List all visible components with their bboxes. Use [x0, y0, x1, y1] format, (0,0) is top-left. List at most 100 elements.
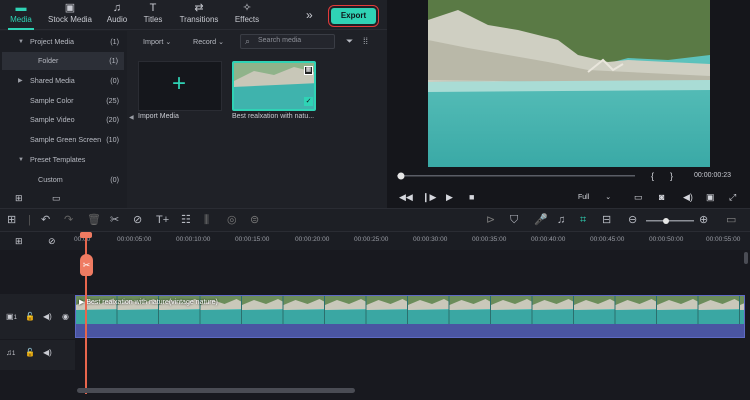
import-media-tile[interactable]: +	[138, 61, 222, 111]
speaker-icon[interactable]: ◀)	[43, 312, 52, 321]
volume-icon[interactable]: ◀)	[683, 192, 693, 203]
render-icon[interactable]: ⊳	[486, 214, 495, 226]
video-editor-window: ▬ Media ▣ Stock Media ♫ Audio T Titles ⇄…	[0, 0, 750, 400]
media-clip-thumbnail[interactable]: ▦ ✓	[232, 61, 316, 111]
audio-wave-icon[interactable]: ⫼	[204, 214, 209, 226]
prev-frame-icon[interactable]: ❙▶	[422, 192, 436, 203]
ruler-tick: 00:00:35:00	[472, 236, 507, 243]
clip-label: ▶ Best realxation with nature(vintage na…	[79, 299, 218, 306]
ruler-tick: 00:00:50:00	[649, 236, 684, 243]
grid-view-icon[interactable]: ⁞⁞	[363, 36, 368, 46]
transition-icon: ⇄	[194, 2, 204, 14]
image-icon: ▣	[64, 2, 76, 14]
speaker-icon[interactable]: ◀)	[43, 348, 52, 357]
quality-dropdown[interactable]: Full ⌄	[578, 193, 611, 201]
mark-out-button[interactable]: }	[670, 171, 673, 181]
tree-footer: ⊞ ▭	[0, 190, 127, 208]
ruler-tick: 00:00:30:00	[413, 236, 448, 243]
zoom-out-icon[interactable]: ⊖	[628, 214, 637, 226]
display-icon[interactable]: ▭	[634, 192, 643, 203]
preview-seek-bar[interactable]	[393, 171, 743, 181]
ruler-tick: 00:00:10:00	[176, 236, 211, 243]
play-icon[interactable]: ▶	[446, 192, 453, 203]
folder-icon: ▬	[15, 2, 27, 14]
horizontal-scrollbar[interactable]	[77, 388, 355, 393]
tree-item-shared-media[interactable]: ▶ Shared Media (0)	[0, 72, 127, 90]
tree-item-sample-color[interactable]: Sample Color (25)	[0, 92, 127, 110]
zoom-in-icon[interactable]: ⊕	[699, 214, 708, 226]
tab-audio[interactable]: ♫ Audio	[104, 2, 130, 28]
music-icon: ♫	[112, 2, 122, 14]
ruler-tick: 00:00:40:00	[531, 236, 566, 243]
text-icon: T	[149, 2, 157, 14]
music-track-icon: ♫1	[6, 348, 16, 357]
chevron-down-icon: ▼	[18, 39, 24, 45]
playhead-scissors-handle[interactable]: ✂	[80, 254, 93, 276]
ruler-tick: 00:00:15:00	[235, 236, 270, 243]
snap-icon[interactable]: ⌗	[580, 214, 586, 226]
split-screen-icon[interactable]: ⊟	[602, 214, 611, 226]
new-folder-icon[interactable]: ⊞	[15, 193, 23, 204]
timeline-toolbar: ⊞ | ↶ ↷ 🗑 ✂ ⊘ T+ ☷ ⫼ ◎ ⊜ ⊳ ⛉ 🎤 ♫ ⌗ ⊟ ⊖ ⊕…	[0, 208, 750, 232]
ruler-tick: 00:00:20:00	[295, 236, 330, 243]
redo-icon[interactable]: ↷	[64, 214, 73, 226]
link-icon[interactable]: ⊘	[48, 236, 56, 247]
tab-effects[interactable]: ✧ Effects	[232, 2, 262, 28]
delete-icon[interactable]: 🗑	[87, 214, 101, 226]
collapse-panel-icon[interactable]: ◀	[129, 114, 134, 121]
video-clip[interactable]: ▶ Best realxation with nature(vintage na…	[75, 295, 745, 338]
more-tabs-button[interactable]: »	[306, 8, 313, 22]
mark-in-button[interactable]: {	[651, 171, 654, 181]
ruler-tick: 00:00:45:00	[590, 236, 625, 243]
stop-icon[interactable]: ■	[469, 192, 474, 202]
text-add-icon[interactable]: T+	[156, 214, 169, 226]
microphone-icon[interactable]: 🎤	[534, 214, 548, 226]
undo-icon[interactable]: ↶	[41, 214, 50, 226]
pip-icon[interactable]: ▣	[706, 192, 715, 203]
eye-icon[interactable]: ◉	[62, 312, 69, 321]
zoom-slider[interactable]	[644, 217, 696, 225]
tree-item-sample-green-screen[interactable]: Sample Green Screen (10)	[0, 131, 127, 149]
color-icon[interactable]: ◎	[227, 214, 237, 226]
tab-titles[interactable]: T Titles	[140, 2, 166, 28]
filter-icon[interactable]: ⏷	[346, 36, 353, 47]
tab-media[interactable]: ▬ Media	[6, 2, 36, 30]
step-back-icon[interactable]: ◀◀	[399, 192, 413, 203]
chevron-down-icon: ▼	[18, 157, 24, 163]
playhead-top-marker[interactable]	[80, 232, 92, 238]
tree-item-folder[interactable]: Folder (1)	[2, 52, 124, 70]
preview-video-frame	[428, 0, 710, 167]
tag-icon[interactable]: ⊘	[133, 214, 142, 226]
tree-item-custom[interactable]: Custom (0)	[0, 171, 127, 189]
panel-toggle-icon[interactable]: ▭	[726, 214, 736, 226]
chevron-down-icon: ⌄	[605, 194, 612, 201]
speed-icon[interactable]: ⊜	[250, 214, 259, 226]
export-button[interactable]: Export	[328, 5, 379, 27]
effects-icon: ✧	[242, 2, 252, 14]
camera-icon[interactable]: ◙	[659, 192, 664, 202]
layout-icon[interactable]: ⊞	[7, 214, 16, 226]
tree-item-project-media[interactable]: ▼ Project Media (1)	[0, 33, 127, 51]
fullscreen-icon[interactable]: ⤢	[729, 192, 736, 203]
vertical-scrollbar[interactable]	[744, 252, 748, 264]
search-input[interactable]: ⌕ Search media	[240, 34, 335, 49]
tree-item-sample-video[interactable]: Sample Video (20)	[0, 111, 127, 129]
import-dropdown[interactable]: Import ⌄	[143, 35, 171, 49]
folder-tree: ▼ Project Media (1) Folder (1) ▶ Shared …	[0, 31, 127, 190]
ruler-tick: 00:00:55:00	[706, 236, 741, 243]
adjust-icon[interactable]: ☷	[181, 214, 191, 226]
video-track-header: ▣1 🔓 ◀) ◉	[0, 294, 75, 339]
clip-caption: Best realxation with natu...	[232, 113, 315, 120]
lock-icon[interactable]: 🔓	[25, 348, 35, 357]
add-track-icon[interactable]: ⊞	[15, 236, 23, 247]
audio-mixer-icon[interactable]: ♫	[557, 214, 565, 226]
folder-icon[interactable]: ▭	[52, 193, 61, 204]
cut-icon[interactable]: ✂	[110, 214, 119, 226]
shield-icon[interactable]: ⛉	[510, 214, 518, 226]
tree-item-preset-templates[interactable]: ▼ Preset Templates	[0, 151, 127, 169]
tab-transitions[interactable]: ⇄ Transitions	[178, 2, 220, 28]
timeline-ruler: ⊞ ⊘ 00:00 00:00:05:00 00:00:10:00 00:00:…	[0, 232, 750, 250]
lock-icon[interactable]: 🔓	[25, 312, 35, 321]
record-dropdown[interactable]: Record ⌄	[193, 35, 224, 49]
tab-stock-media[interactable]: ▣ Stock Media	[46, 2, 94, 28]
